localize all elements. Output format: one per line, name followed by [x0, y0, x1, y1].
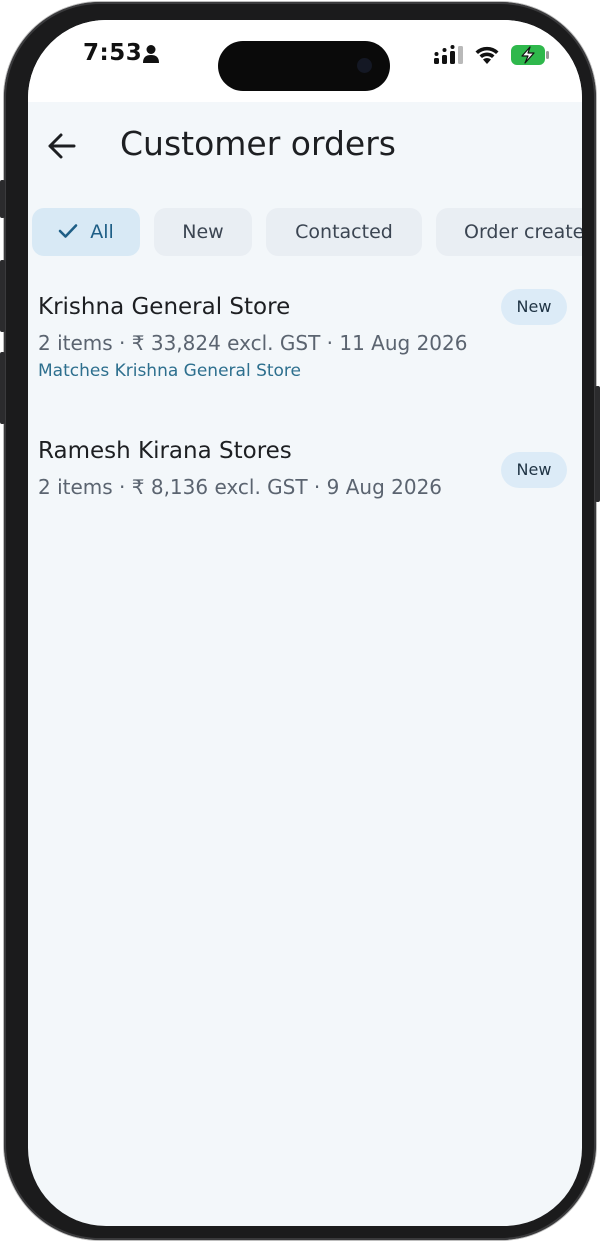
wifi-icon	[475, 46, 499, 64]
app-bar: Customer orders	[28, 102, 582, 194]
filter-chips: All New Contacted Order create	[32, 208, 582, 256]
filter-chip-new[interactable]: New	[154, 208, 252, 256]
person-icon	[143, 45, 159, 63]
order-list-item[interactable]: Ramesh Kirana Stores 2 items · ₹ 8,136 e…	[28, 428, 582, 528]
page-title: Customer orders	[120, 124, 396, 163]
phone-frame: 7:53 Customer orders All New Contacted O…	[0, 2, 600, 1240]
filter-chip-label: Contacted	[295, 221, 393, 243]
filter-chip-all[interactable]: All	[32, 208, 140, 256]
check-icon	[58, 223, 78, 238]
power-button	[595, 386, 600, 502]
dynamic-island	[218, 41, 390, 91]
battery-charging-icon	[511, 45, 549, 65]
cellular-signal-icon	[434, 45, 463, 64]
screen: 7:53 Customer orders All New Contacted O…	[28, 20, 582, 1226]
filter-chip-contacted[interactable]: Contacted	[266, 208, 422, 256]
filter-chip-label: New	[182, 221, 224, 243]
status-badge: New	[501, 289, 567, 325]
order-details: 2 items · ₹ 8,136 excl. GST · 9 Aug 2026	[38, 475, 443, 499]
volume-up-button	[0, 260, 5, 332]
status-bar: 7:53	[28, 20, 582, 102]
order-customer-name: Ramesh Kirana Stores	[38, 438, 292, 464]
order-details: 2 items · ₹ 33,824 excl. GST · 11 Aug 20…	[38, 331, 468, 355]
back-button[interactable]	[38, 122, 86, 170]
filter-chip-order-created[interactable]: Order create	[436, 208, 582, 256]
filter-chip-label: All	[90, 221, 114, 243]
action-button	[0, 180, 5, 218]
volume-down-button	[0, 352, 5, 424]
filter-chip-label: Order create	[464, 221, 582, 243]
arrow-back-icon	[48, 133, 76, 159]
status-time: 7:53	[83, 40, 143, 66]
camera-icon	[357, 58, 372, 73]
order-customer-name: Krishna General Store	[38, 294, 291, 320]
order-match-note: Matches Krishna General Store	[38, 361, 302, 381]
status-badge: New	[501, 452, 567, 488]
order-list-item[interactable]: Krishna General Store 2 items · ₹ 33,824…	[28, 284, 582, 404]
